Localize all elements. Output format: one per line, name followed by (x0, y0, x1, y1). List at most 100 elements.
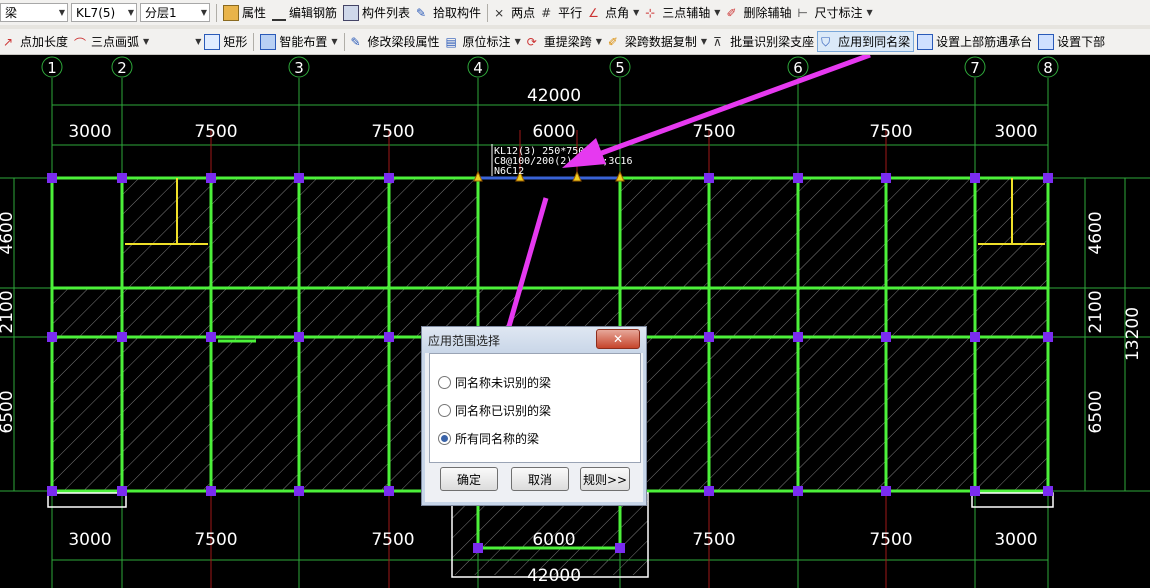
dimension-icon: ⊢ (797, 5, 808, 20)
batch-support-button[interactable]: ⊼ 批量识别梁支座 (710, 31, 817, 52)
re-extract-span-button[interactable]: ⟳ 重提梁跨 ▼ (524, 31, 605, 52)
dim-top-5: 7500 (692, 122, 735, 142)
separator (253, 32, 255, 51)
dim-total-bottom: 42000 (527, 566, 581, 586)
smart-layout-icon (260, 33, 277, 50)
member-list-button[interactable]: 构件列表 (340, 2, 413, 23)
drawing-canvas[interactable]: 1 2 3 4 5 6 7 8 42000 3000 7500 7500 600… (0, 55, 1150, 588)
layer-combo[interactable]: 分层1 ▼ (140, 3, 210, 22)
chevron-down-icon: ▼ (714, 8, 721, 17)
dim-top-1: 3000 (68, 122, 111, 142)
dim-top-4: 6000 (532, 122, 575, 142)
dialog-options-panel: 同名称未识别的梁 同名称已识别的梁 所有同名称的梁 (429, 353, 641, 463)
dim-top-3: 7500 (371, 122, 414, 142)
apply-icon: ⛉ (821, 34, 831, 49)
delete-axis-button[interactable]: ✐ 删除辅轴 (723, 2, 794, 23)
axis-label-7: 7 (970, 59, 980, 77)
parallel-button[interactable]: # 平行 (538, 2, 585, 23)
chevron-down-icon: ▼ (866, 8, 873, 17)
list-icon (343, 4, 360, 21)
upper-rebar-icon (917, 33, 934, 50)
cancel-button[interactable]: 取消 (511, 467, 569, 491)
dim-left-1: 4600 (0, 211, 17, 254)
dim-bottom-3: 7500 (371, 530, 414, 550)
dimension-button[interactable]: ⊢ 尺寸标注 ▼ (794, 2, 875, 23)
chevron-down-icon: ▼ (200, 8, 207, 17)
apply-scope-dialog: 应用范围选择 ✕ 同名称未识别的梁 同名称已识别的梁 所有同名称的梁 确定 取消… (421, 326, 647, 506)
ok-button[interactable]: 确定 (440, 467, 498, 491)
axis-label-2: 2 (117, 59, 127, 77)
point-angle-button[interactable]: ∠ 点角 ▼ (585, 2, 642, 23)
three-point-arc-button[interactable]: ⌒ 三点画弧 ▼ (71, 31, 152, 52)
picker-icon: ✎ (416, 5, 427, 20)
pick-member-button[interactable]: ✎ 拾取构件 (413, 2, 484, 23)
chevron-down-icon: ▼ (700, 37, 708, 46)
rebar-icon (272, 5, 287, 21)
dim-bottom-1: 3000 (68, 530, 111, 550)
span-data-copy-button[interactable]: ✐ 梁跨数据复制 ▼ (605, 31, 710, 52)
axis-label-4: 4 (473, 59, 483, 77)
dim-bottom-6: 7500 (869, 530, 912, 550)
edit-span-icon: ✎ (350, 34, 361, 49)
angle-icon: ∠ (588, 5, 599, 20)
axis-label-8: 8 (1043, 59, 1053, 77)
chevron-down-icon: ▼ (143, 37, 150, 46)
annotation-icon: ▤ (445, 34, 457, 49)
two-point-icon: ⨯ (494, 5, 505, 20)
beam-label-line3: N6C12 (494, 166, 524, 177)
axis-label-5: 5 (615, 59, 625, 77)
dim-bottom-5: 7500 (692, 530, 735, 550)
copy-icon: ✐ (607, 34, 618, 49)
option-all-same-name[interactable]: 所有同名称的梁 (438, 430, 539, 447)
toolbar-main: 梁 ▼ KL7(5) ▼ 分层1 ▼ 属性 编辑钢筋 构件列表 ✎ 拾取构件 ⨯ 两点 #… (0, 0, 1150, 26)
rules-button[interactable]: 规则>> (580, 467, 630, 491)
type-combo[interactable]: 梁 ▼ (0, 3, 68, 22)
radio-icon (438, 376, 451, 389)
chevron-down-icon: ▼ (331, 37, 338, 46)
option-unrecognized[interactable]: 同名称未识别的梁 (438, 374, 551, 391)
dim-bottom-2: 7500 (194, 530, 237, 550)
dim-top-2: 7500 (194, 122, 237, 142)
axis-label-6: 6 (793, 59, 803, 77)
batch-icon: ⊼ (713, 34, 722, 49)
in-place-annotation-button[interactable]: ▤ 原位标注 ▼ (443, 31, 524, 52)
two-point-button[interactable]: ⨯ 两点 (491, 2, 538, 23)
smart-layout-button[interactable]: 智能布置 ▼ (257, 31, 340, 52)
radio-selected-icon (438, 432, 451, 445)
chevron-down-icon: ▼ (127, 8, 134, 17)
lower-rebar-button[interactable]: 设置下部 (1035, 31, 1108, 52)
upper-rebar-cap-button[interactable]: 设置上部筋遇承台 (914, 31, 1035, 52)
option-recognized[interactable]: 同名称已识别的梁 (438, 402, 551, 419)
dim-left-2: 2100 (0, 290, 17, 333)
re-extract-icon: ⟳ (526, 34, 537, 49)
dim-total-top: 42000 (527, 86, 581, 106)
arc-icon: ⌒ (74, 36, 87, 51)
dim-bottom-7: 3000 (994, 530, 1037, 550)
edit-span-props-button[interactable]: ✎ 修改梁段属性 (348, 31, 443, 52)
point-length-button[interactable]: ↗ 点加长度 (0, 31, 71, 52)
point-length-icon: ↗ (3, 34, 14, 49)
dim-right-total: 13200 (1123, 307, 1143, 361)
rectangle-button[interactable]: ▼ 矩形 (192, 31, 250, 52)
axis-label-1: 1 (47, 59, 57, 77)
dim-right-2: 2100 (1086, 290, 1106, 333)
axis-label-3: 3 (294, 59, 304, 77)
separator (216, 3, 217, 22)
close-button[interactable]: ✕ (596, 329, 640, 349)
chevron-down-icon: ▼ (595, 37, 602, 46)
properties-button[interactable]: 属性 (220, 2, 269, 23)
apply-same-name-button[interactable]: ⛉ 应用到同名梁 (817, 31, 915, 52)
lower-rebar-icon (1038, 33, 1055, 50)
chevron-down-icon: ▼ (633, 8, 640, 17)
dim-top-6: 7500 (869, 122, 912, 142)
separator (487, 3, 489, 22)
properties-icon (223, 4, 239, 21)
dim-right-3: 6500 (1086, 390, 1106, 433)
chevron-down-icon: ▼ (514, 37, 521, 46)
radio-icon (438, 404, 451, 417)
toolbar-beam: ↗ 点加长度 ⌒ 三点画弧 ▼ ▼ 矩形 智能布置 ▼ ✎ 修改梁段属性 ▤ 原位标注 ▼ ⟳ 重… (0, 29, 1150, 55)
three-point-axis-button[interactable]: ⊹ 三点辅轴 ▼ (642, 2, 723, 23)
edit-rebar-button[interactable]: 编辑钢筋 (269, 2, 340, 23)
axis-bubbles: 1 2 3 4 5 6 7 8 (41, 56, 1059, 78)
member-combo[interactable]: KL7(5) ▼ (71, 3, 137, 22)
